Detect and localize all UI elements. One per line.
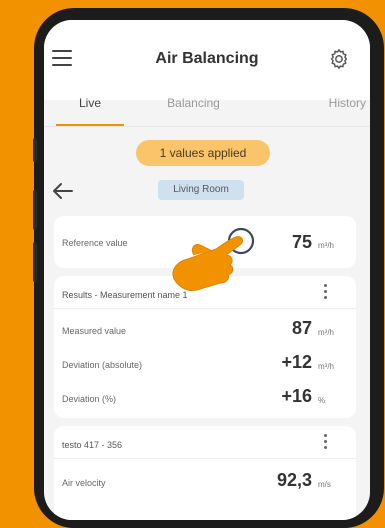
back-arrow-icon[interactable] xyxy=(50,180,76,202)
probe-row-unit: m/s xyxy=(318,480,331,489)
tap-hand-icon xyxy=(172,227,255,292)
page-title: Air Balancing xyxy=(155,50,259,67)
reference-label: Reference value xyxy=(62,238,128,248)
phone-side-button xyxy=(33,138,37,162)
app-bar: Air Balancing xyxy=(44,20,370,100)
result-row-value: +16 xyxy=(281,386,312,406)
result-row-label: Deviation (%) xyxy=(62,394,117,404)
card-divider xyxy=(54,458,356,459)
phone-side-button xyxy=(33,242,37,282)
probe-header: testo 417 - 356 xyxy=(62,440,123,450)
result-row-unit: m³/h xyxy=(318,362,334,371)
result-row-unit: % xyxy=(318,396,326,405)
tab-balancing[interactable]: Balancing xyxy=(136,96,251,126)
probe-card: testo 417 - 356 Air velocity 92,3 m/s xyxy=(54,426,356,520)
reference-unit: m³/h xyxy=(318,241,334,250)
phone-side-button xyxy=(33,190,37,230)
probe-row-label: Air velocity xyxy=(62,478,106,488)
tab-divider xyxy=(44,126,370,127)
more-vert-icon[interactable] xyxy=(324,434,328,450)
status-badge: 1 values applied xyxy=(136,140,270,166)
tab-history[interactable]: History xyxy=(251,96,370,126)
result-row-value: +12 xyxy=(281,352,312,372)
tab-bar: Live Balancing History xyxy=(44,96,370,126)
more-vert-icon[interactable] xyxy=(324,284,328,300)
result-row-unit: m³/h xyxy=(318,328,334,337)
room-chip[interactable]: Living Room xyxy=(158,180,244,200)
result-row-value: 87 xyxy=(291,318,312,338)
result-row-label: Measured value xyxy=(62,326,127,336)
result-row-label: Deviation (absolute) xyxy=(62,360,143,370)
probe-row-value: 92,3 xyxy=(276,470,312,490)
card-divider xyxy=(54,308,356,309)
gear-icon[interactable] xyxy=(328,48,350,70)
reference-value: 75 xyxy=(291,232,312,252)
tab-live[interactable]: Live xyxy=(44,96,136,126)
